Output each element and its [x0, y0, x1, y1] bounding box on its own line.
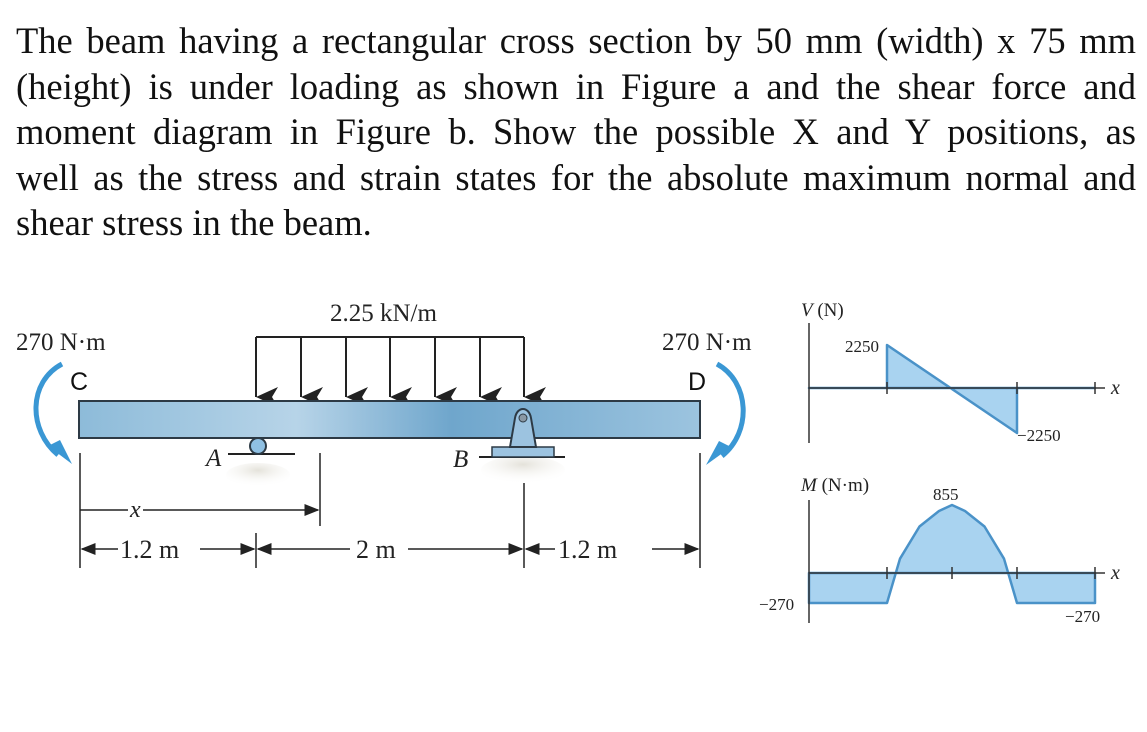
shear-x-label: x: [1110, 377, 1120, 399]
point-c-label: C: [70, 368, 88, 396]
moment-right-arrow-icon: [706, 361, 746, 465]
point-d-label: D: [688, 368, 706, 396]
moment-y-label: M (N·m): [800, 475, 869, 496]
momentChart-area: [807, 503, 1097, 605]
moment-x-label: x: [1110, 562, 1120, 584]
moment-diagram: M (N·m) x 855 −270 −270: [759, 475, 1120, 626]
shear-min-label: −2250: [1017, 426, 1061, 445]
dimension-bd: 1.2 m: [558, 535, 617, 564]
load-arrows: [255, 337, 546, 407]
figure: 2.25 kN/m C D 270 N·m 270 N·m A B x 1.2 …: [16, 300, 1120, 626]
moment-right-min-label: −270: [1065, 607, 1100, 626]
dimension-ca: 1.2 m: [120, 535, 179, 564]
shear-max-label: 2250: [845, 337, 879, 356]
shear-y-unit: (N): [813, 300, 844, 321]
figure-a: 2.25 kN/m C D 270 N·m 270 N·m A B x 1.2 …: [16, 300, 752, 568]
support-a-label: A: [204, 445, 222, 472]
shear-y-label: V (N): [801, 300, 844, 321]
shearChart-area: [807, 343, 1097, 435]
moment-max-label: 855: [933, 485, 959, 504]
x-dimension-label: x: [129, 497, 141, 523]
moment-left-min-label: −270: [759, 595, 794, 614]
support-a-roller: [226, 437, 295, 487]
moment-left-label: 270 N·m: [16, 329, 106, 356]
shear-diagram: V (N) x 2250 −2250: [801, 300, 1120, 445]
beam: [78, 400, 701, 439]
dimension-ab: 2 m: [356, 535, 396, 564]
distributed-load-label: 2.25 kN/m: [330, 300, 438, 327]
support-b-label: B: [453, 446, 468, 473]
moment-right-label: 270 N·m: [662, 329, 752, 356]
moment-left-arrow-icon: [33, 361, 72, 464]
